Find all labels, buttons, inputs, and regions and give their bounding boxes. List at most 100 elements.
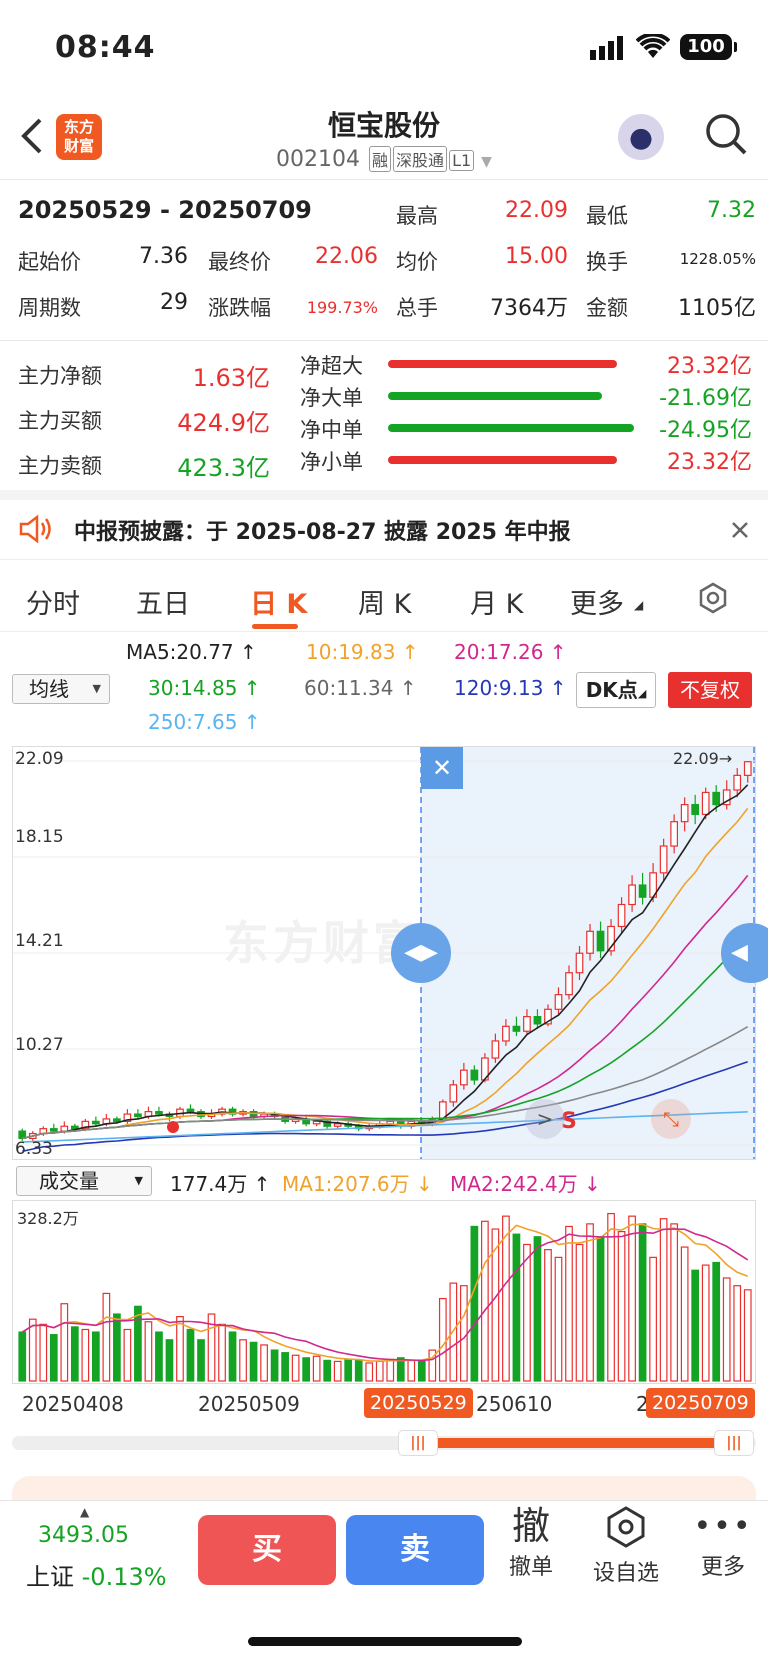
low-value: 7.32: [707, 198, 756, 223]
tab-intraday[interactable]: 分时: [26, 582, 80, 621]
volume-bar: [197, 1339, 205, 1382]
volume-bar: [565, 1225, 573, 1382]
volume-bar: [228, 1331, 237, 1382]
volume-bar: [722, 1277, 731, 1382]
tab-monthly-k[interactable]: 月 K: [470, 582, 523, 621]
volume-bar: [186, 1328, 195, 1382]
flow-bar-1: [388, 392, 602, 400]
volume-bar: [649, 1256, 657, 1382]
main-net-label: 主力净额: [18, 364, 102, 388]
ma10-value: 10:19.83 ↑: [306, 640, 419, 664]
tag-level: L1: [449, 150, 475, 171]
volume-bar: [743, 1289, 752, 1382]
candle-body: [459, 1069, 468, 1086]
add-watchlist-button[interactable]: 设自选: [584, 1505, 668, 1587]
main-net-value: 1.63亿: [192, 364, 270, 392]
gear-icon[interactable]: [697, 582, 729, 614]
amount-label: 金额: [586, 296, 628, 320]
amount-value: 1105亿: [678, 296, 756, 321]
volume-bar: [502, 1215, 510, 1382]
volume-bar: [333, 1360, 342, 1382]
slider-handle-left[interactable]: |||: [398, 1430, 438, 1456]
volume-chart[interactable]: 328.2万: [12, 1200, 756, 1384]
event-dot[interactable]: [167, 1121, 179, 1133]
volume-svg[interactable]: [13, 1201, 755, 1383]
volume-bar: [691, 1269, 700, 1382]
expand-icon[interactable]: ⤡: [651, 1099, 691, 1139]
volume-bar: [607, 1212, 615, 1382]
volume-bar: [312, 1355, 321, 1382]
candle-body: [670, 821, 679, 847]
kline-chart[interactable]: 东方财富 22.09 18.15 14.21 10.27 6.33 22.09→…: [12, 746, 768, 1160]
fund-flow-panel[interactable]: 主力净额 1.63亿 主力买额 424.9亿 主力卖额 423.3亿 净超大 23…: [0, 342, 768, 490]
slider-handle-right[interactable]: |||: [714, 1430, 754, 1456]
close-selection-icon[interactable]: ✕: [421, 747, 463, 789]
tab-more[interactable]: 更多: [570, 582, 624, 621]
y-tick-3: 10.27: [15, 1035, 64, 1055]
tab-five-day[interactable]: 五日: [136, 582, 190, 621]
volume-bar: [523, 1243, 531, 1382]
speaker-icon: [19, 514, 51, 544]
dropdown-arrow-icon: ▼: [134, 1174, 143, 1187]
volume-bar: [102, 1292, 111, 1382]
flow-bar-0: [388, 360, 617, 368]
ma-selector[interactable]: 均线 ▼: [12, 674, 110, 704]
volume-bar: [60, 1303, 69, 1382]
volume-bar: [239, 1339, 247, 1382]
sell-button[interactable]: 卖: [346, 1515, 484, 1585]
index-value[interactable]: 3493.05: [38, 1523, 129, 1548]
candle-body: [491, 1040, 500, 1059]
promo-strip[interactable]: [12, 1476, 756, 1500]
change-label: 涨跌幅: [208, 296, 271, 320]
volume-selector[interactable]: 成交量 ▼: [16, 1166, 152, 1196]
volume-bar: [39, 1323, 48, 1382]
no-adjust-button[interactable]: 不复权: [668, 672, 752, 708]
flow-value-1: -21.69亿: [659, 386, 752, 411]
index-row[interactable]: 上证 -0.13%: [26, 1557, 167, 1592]
drag-handle-left-icon[interactable]: ◀▶: [391, 923, 451, 983]
next-arrow-icon[interactable]: >: [525, 1099, 565, 1139]
divider: [0, 340, 768, 341]
notice-bar[interactable]: 中报预披露：于 2025-08-27 披露 2025 年中报: [0, 500, 768, 560]
candle-body: [575, 952, 584, 974]
ma5-value: MA5:20.77 ↑: [126, 640, 257, 664]
more-button[interactable]: ••• 更多: [690, 1505, 756, 1581]
wifi-icon: [636, 34, 670, 58]
hexagon-watch-icon: [607, 1506, 645, 1548]
volume-bar: [733, 1285, 742, 1382]
volume-bar: [628, 1215, 636, 1382]
candle-body: [743, 761, 752, 776]
volume-bar: [344, 1358, 353, 1382]
volume-bar: [670, 1223, 679, 1382]
volume-bar: [354, 1359, 363, 1382]
range-end-badge: 20250709: [646, 1388, 755, 1418]
close-icon[interactable]: [730, 520, 750, 540]
cancel-order-button[interactable]: 撤 撤单: [498, 1503, 564, 1581]
candle-body: [333, 1123, 342, 1127]
high-value: 22.09: [505, 198, 568, 223]
volume-bar: [575, 1243, 584, 1382]
candle-body: [628, 884, 636, 906]
more-label: 更多: [700, 1555, 745, 1580]
volume-bar: [586, 1223, 594, 1382]
buy-button[interactable]: 买: [198, 1515, 336, 1585]
volume-bar: [134, 1305, 142, 1382]
tab-daily-k[interactable]: 日 K: [250, 582, 307, 621]
volume-bar: [470, 1225, 479, 1382]
volume-bar: [554, 1256, 563, 1382]
volume-bar: [91, 1331, 100, 1382]
volume-bar: [533, 1236, 542, 1382]
volume-bar: [396, 1357, 405, 1382]
volume-bar: [596, 1236, 605, 1382]
dk-point-button[interactable]: DK点◢: [576, 672, 656, 708]
volume-bar: [302, 1357, 311, 1382]
cancel-order-label: 撤单: [508, 1555, 553, 1580]
assistant-robot-icon[interactable]: [618, 114, 664, 160]
tab-weekly-k[interactable]: 周 K: [358, 582, 411, 621]
volume-bar: [712, 1261, 721, 1382]
flow-label-0: 净超大: [300, 354, 363, 378]
date-label-2: 250610: [476, 1392, 553, 1416]
volume-bar: [407, 1359, 416, 1382]
volume-bar: [680, 1246, 689, 1382]
search-icon[interactable]: [704, 112, 748, 156]
